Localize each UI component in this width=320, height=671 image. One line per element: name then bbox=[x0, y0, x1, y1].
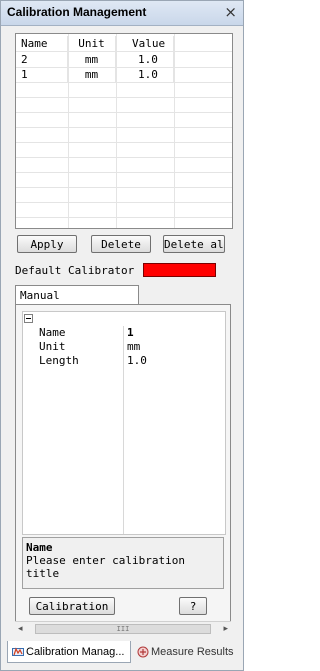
row-value: 1.0 bbox=[116, 67, 174, 82]
manual-calibration-pane: Name 1 Unit mm Length 1.0 Name Please en… bbox=[15, 304, 231, 630]
title-bar: Calibration Management × bbox=[1, 1, 243, 26]
empty-row bbox=[16, 82, 232, 98]
table-header: Name Unit Value bbox=[16, 36, 232, 52]
help-button[interactable]: ? bbox=[179, 597, 207, 615]
tab-calibration-management[interactable]: Calibration Manag... bbox=[7, 641, 131, 663]
collapse-icon[interactable] bbox=[24, 314, 33, 323]
property-key: Unit bbox=[39, 340, 66, 353]
calibration-icon bbox=[12, 647, 24, 656]
column-header-name[interactable]: Name bbox=[16, 36, 68, 51]
property-value[interactable]: mm bbox=[127, 340, 140, 354]
bottom-tab-label: Calibration Manag... bbox=[26, 646, 125, 658]
bottom-tab-label: Measure Results bbox=[151, 646, 234, 658]
property-key: Name bbox=[39, 326, 66, 339]
apply-button[interactable]: Apply bbox=[17, 235, 77, 253]
property-row-length[interactable]: Length 1.0 bbox=[23, 354, 225, 368]
default-calibrator-label: Default Calibrator bbox=[15, 264, 135, 277]
property-row-name[interactable]: Name 1 bbox=[23, 326, 225, 340]
empty-row bbox=[16, 127, 232, 143]
measure-icon bbox=[137, 646, 149, 658]
property-grid: Name 1 Unit mm Length 1.0 bbox=[22, 311, 226, 535]
empty-row bbox=[16, 112, 232, 128]
column-divider bbox=[174, 34, 175, 228]
empty-row bbox=[16, 142, 232, 158]
scroll-right-icon[interactable]: ▸ bbox=[223, 622, 228, 636]
empty-row bbox=[16, 97, 232, 113]
calibration-management-panel: Calibration Management × Name Unit Value… bbox=[0, 0, 244, 671]
default-calibrator-color-swatch[interactable] bbox=[143, 263, 216, 277]
close-icon[interactable]: × bbox=[224, 3, 237, 21]
empty-row bbox=[16, 202, 232, 218]
calibration-button[interactable]: Calibration bbox=[29, 597, 115, 615]
empty-row bbox=[16, 157, 232, 173]
row-value: 1.0 bbox=[116, 52, 174, 67]
row-name: 2 bbox=[16, 52, 68, 67]
empty-row bbox=[16, 187, 232, 203]
horizontal-scrollbar[interactable]: ◂ III ▸ bbox=[15, 621, 231, 636]
column-header-unit[interactable]: Unit bbox=[68, 36, 116, 51]
property-key: Length bbox=[39, 354, 79, 367]
table-row[interactable]: 1 mm 1.0 bbox=[16, 67, 232, 83]
column-divider bbox=[116, 34, 117, 228]
property-row-unit[interactable]: Unit mm bbox=[23, 340, 225, 354]
tab-manual-calibration[interactable]: Manual Calibration bbox=[15, 285, 139, 321]
delete-all-button[interactable]: Delete all bbox=[163, 235, 225, 253]
column-divider bbox=[68, 34, 69, 228]
panel-title: Calibration Management bbox=[7, 5, 147, 19]
delete-button[interactable]: Delete bbox=[91, 235, 151, 253]
row-unit: mm bbox=[68, 67, 116, 82]
tab-measure-results[interactable]: Measure Results bbox=[133, 641, 261, 663]
scroll-left-icon[interactable]: ◂ bbox=[18, 622, 23, 636]
description-title: Name bbox=[26, 541, 53, 554]
row-unit: mm bbox=[68, 52, 116, 67]
row-name: 1 bbox=[16, 67, 68, 82]
empty-row bbox=[16, 172, 232, 188]
column-header-value[interactable]: Value bbox=[116, 36, 174, 51]
scrollbar-thumb[interactable]: III bbox=[35, 624, 211, 634]
table-row[interactable]: 2 mm 1.0 bbox=[16, 52, 232, 68]
description-text: Please enter calibration title bbox=[26, 554, 185, 580]
property-value[interactable]: 1.0 bbox=[127, 354, 147, 368]
property-description: Name Please enter calibration title bbox=[22, 537, 224, 589]
bottom-tabs: Calibration Manag... Measure Results bbox=[7, 641, 243, 663]
calibration-table: Name Unit Value 2 mm 1.0 1 mm 1.0 bbox=[15, 33, 233, 229]
property-value[interactable]: 1 bbox=[127, 326, 134, 340]
